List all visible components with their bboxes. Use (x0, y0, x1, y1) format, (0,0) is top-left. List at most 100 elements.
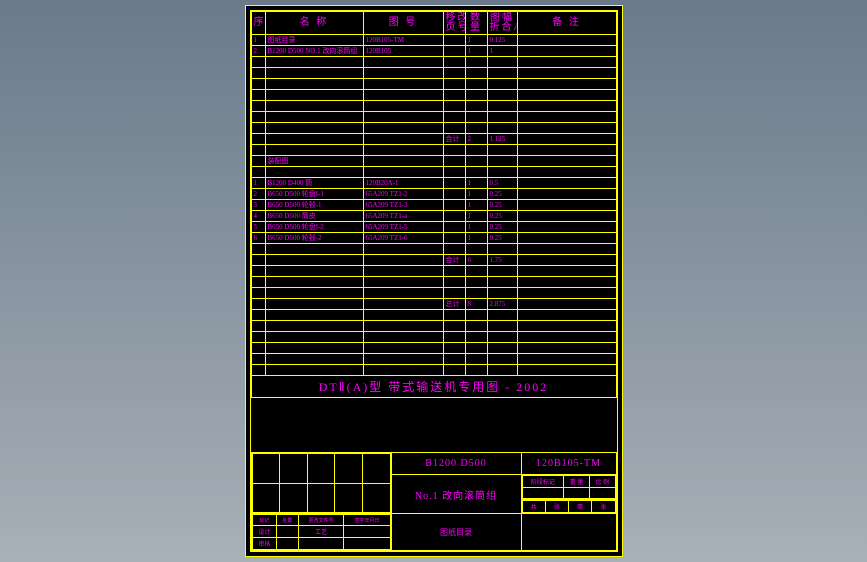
table-row (251, 321, 616, 332)
total-label: 总计 (443, 299, 465, 310)
cell-dwg (363, 90, 443, 101)
subtotal1-qty: 2 (465, 134, 487, 145)
cell-a (443, 222, 465, 233)
subtotal-row-1: 合计 2 1.125 (251, 134, 616, 145)
hdr-col6: 图幅 折合A1 (487, 12, 517, 35)
cell-seq (251, 68, 265, 79)
cell-a (443, 112, 465, 123)
lh0: 标记 (252, 515, 277, 526)
table-row: 1B1200 D400 筒120B20A-110.5 (251, 178, 616, 189)
cell-name (265, 112, 363, 123)
cell-rem (517, 112, 616, 123)
cell-seq (251, 101, 265, 112)
cell-a (443, 343, 465, 354)
cell-seq (251, 321, 265, 332)
cell-b: 1 (465, 46, 487, 57)
cell-dwg (363, 365, 443, 376)
table-row (251, 68, 616, 79)
cell-dwg (363, 79, 443, 90)
cell-dwg (363, 343, 443, 354)
cell-seq (251, 332, 265, 343)
cell-seq: 1 (251, 178, 265, 189)
title-main: DTⅡ(A)型 带式输送机专用图 - 2002 (251, 376, 616, 398)
lh1: 处数 (277, 515, 298, 526)
cell-dwg (363, 123, 443, 134)
rev-grid: 标记 处数 更改文件号 签字年月日 设计 工艺 审核 (252, 514, 391, 550)
cell-c: 0.25 (487, 211, 517, 222)
lh2: 更改文件号 (298, 515, 344, 526)
block-spec: B1200 D500 (391, 453, 521, 475)
cell-a (443, 79, 465, 90)
cell-seq (251, 288, 265, 299)
table-row (251, 79, 616, 90)
cell-a (443, 354, 465, 365)
cell-a (443, 288, 465, 299)
cell-seq (251, 277, 265, 288)
cell-rem (517, 332, 616, 343)
lr0: 设计 (252, 526, 277, 538)
cell-a (443, 211, 465, 222)
cell-b (465, 343, 487, 354)
table-row (251, 112, 616, 123)
subtotal1-val: 1.125 (487, 134, 517, 145)
cell-dwg (363, 288, 443, 299)
cell-a (443, 46, 465, 57)
cell-rem (517, 35, 616, 46)
lh3: 签字年月日 (344, 515, 390, 526)
cell-name (265, 79, 363, 90)
cell-seq: 5 (251, 222, 265, 233)
cell-seq (251, 266, 265, 277)
cell-dwg (363, 310, 443, 321)
title-block: B1200 D500 120B105-TM No.1 改向滚筒组 阶段标记 重 … (251, 452, 617, 551)
cell-c (487, 354, 517, 365)
table-row: 1图纸目录120B105-TM10.125 (251, 35, 616, 46)
cell-name (265, 57, 363, 68)
cell-dwg (363, 321, 443, 332)
cell-name (265, 310, 363, 321)
cell-c: 0.25 (487, 189, 517, 200)
table-row (251, 332, 616, 343)
cell-b (465, 57, 487, 68)
cell-c: 0.125 (487, 35, 517, 46)
cell-b (465, 288, 487, 299)
cell-name (265, 343, 363, 354)
cell-c: 0.5 (487, 178, 517, 189)
cell-b (465, 354, 487, 365)
cell-c (487, 57, 517, 68)
gap-label-row: 装配图 (251, 156, 616, 167)
cell-seq (251, 123, 265, 134)
total-val: 2.875 (487, 299, 517, 310)
cell-b (465, 101, 487, 112)
cell-c: 0.25 (487, 200, 517, 211)
cell-seq (251, 57, 265, 68)
table-row (251, 57, 616, 68)
cell-name (265, 321, 363, 332)
cell-name (265, 101, 363, 112)
cell-name (265, 354, 363, 365)
cell-a (443, 310, 465, 321)
cell-seq: 6 (251, 233, 265, 244)
cell-seq (251, 90, 265, 101)
cell-a (443, 90, 465, 101)
cell-c: 1 (487, 46, 517, 57)
gap-label: 装配图 (265, 156, 363, 167)
cell-seq (251, 79, 265, 90)
right-hdr-grid: 阶段标记 重 量 比 例 (522, 475, 616, 499)
cell-seq (251, 112, 265, 123)
cell-b (465, 310, 487, 321)
table-row (251, 277, 616, 288)
cell-b: 1 (465, 189, 487, 200)
cell-name (265, 68, 363, 79)
cell-c (487, 288, 517, 299)
cell-rem (517, 365, 616, 376)
cell-c (487, 112, 517, 123)
cell-dwg: 120B105 (363, 46, 443, 57)
hdr-col6b: 折合A1 (490, 23, 515, 33)
cell-dwg (363, 57, 443, 68)
cell-dwg (363, 277, 443, 288)
cell-b (465, 365, 487, 376)
cell-rem (517, 222, 616, 233)
cell-dwg: 65A209 TZ1-3 (363, 200, 443, 211)
block-code: 120B105-TM (521, 453, 616, 475)
cell-name: B650 D500 轮毂-2 (265, 233, 363, 244)
